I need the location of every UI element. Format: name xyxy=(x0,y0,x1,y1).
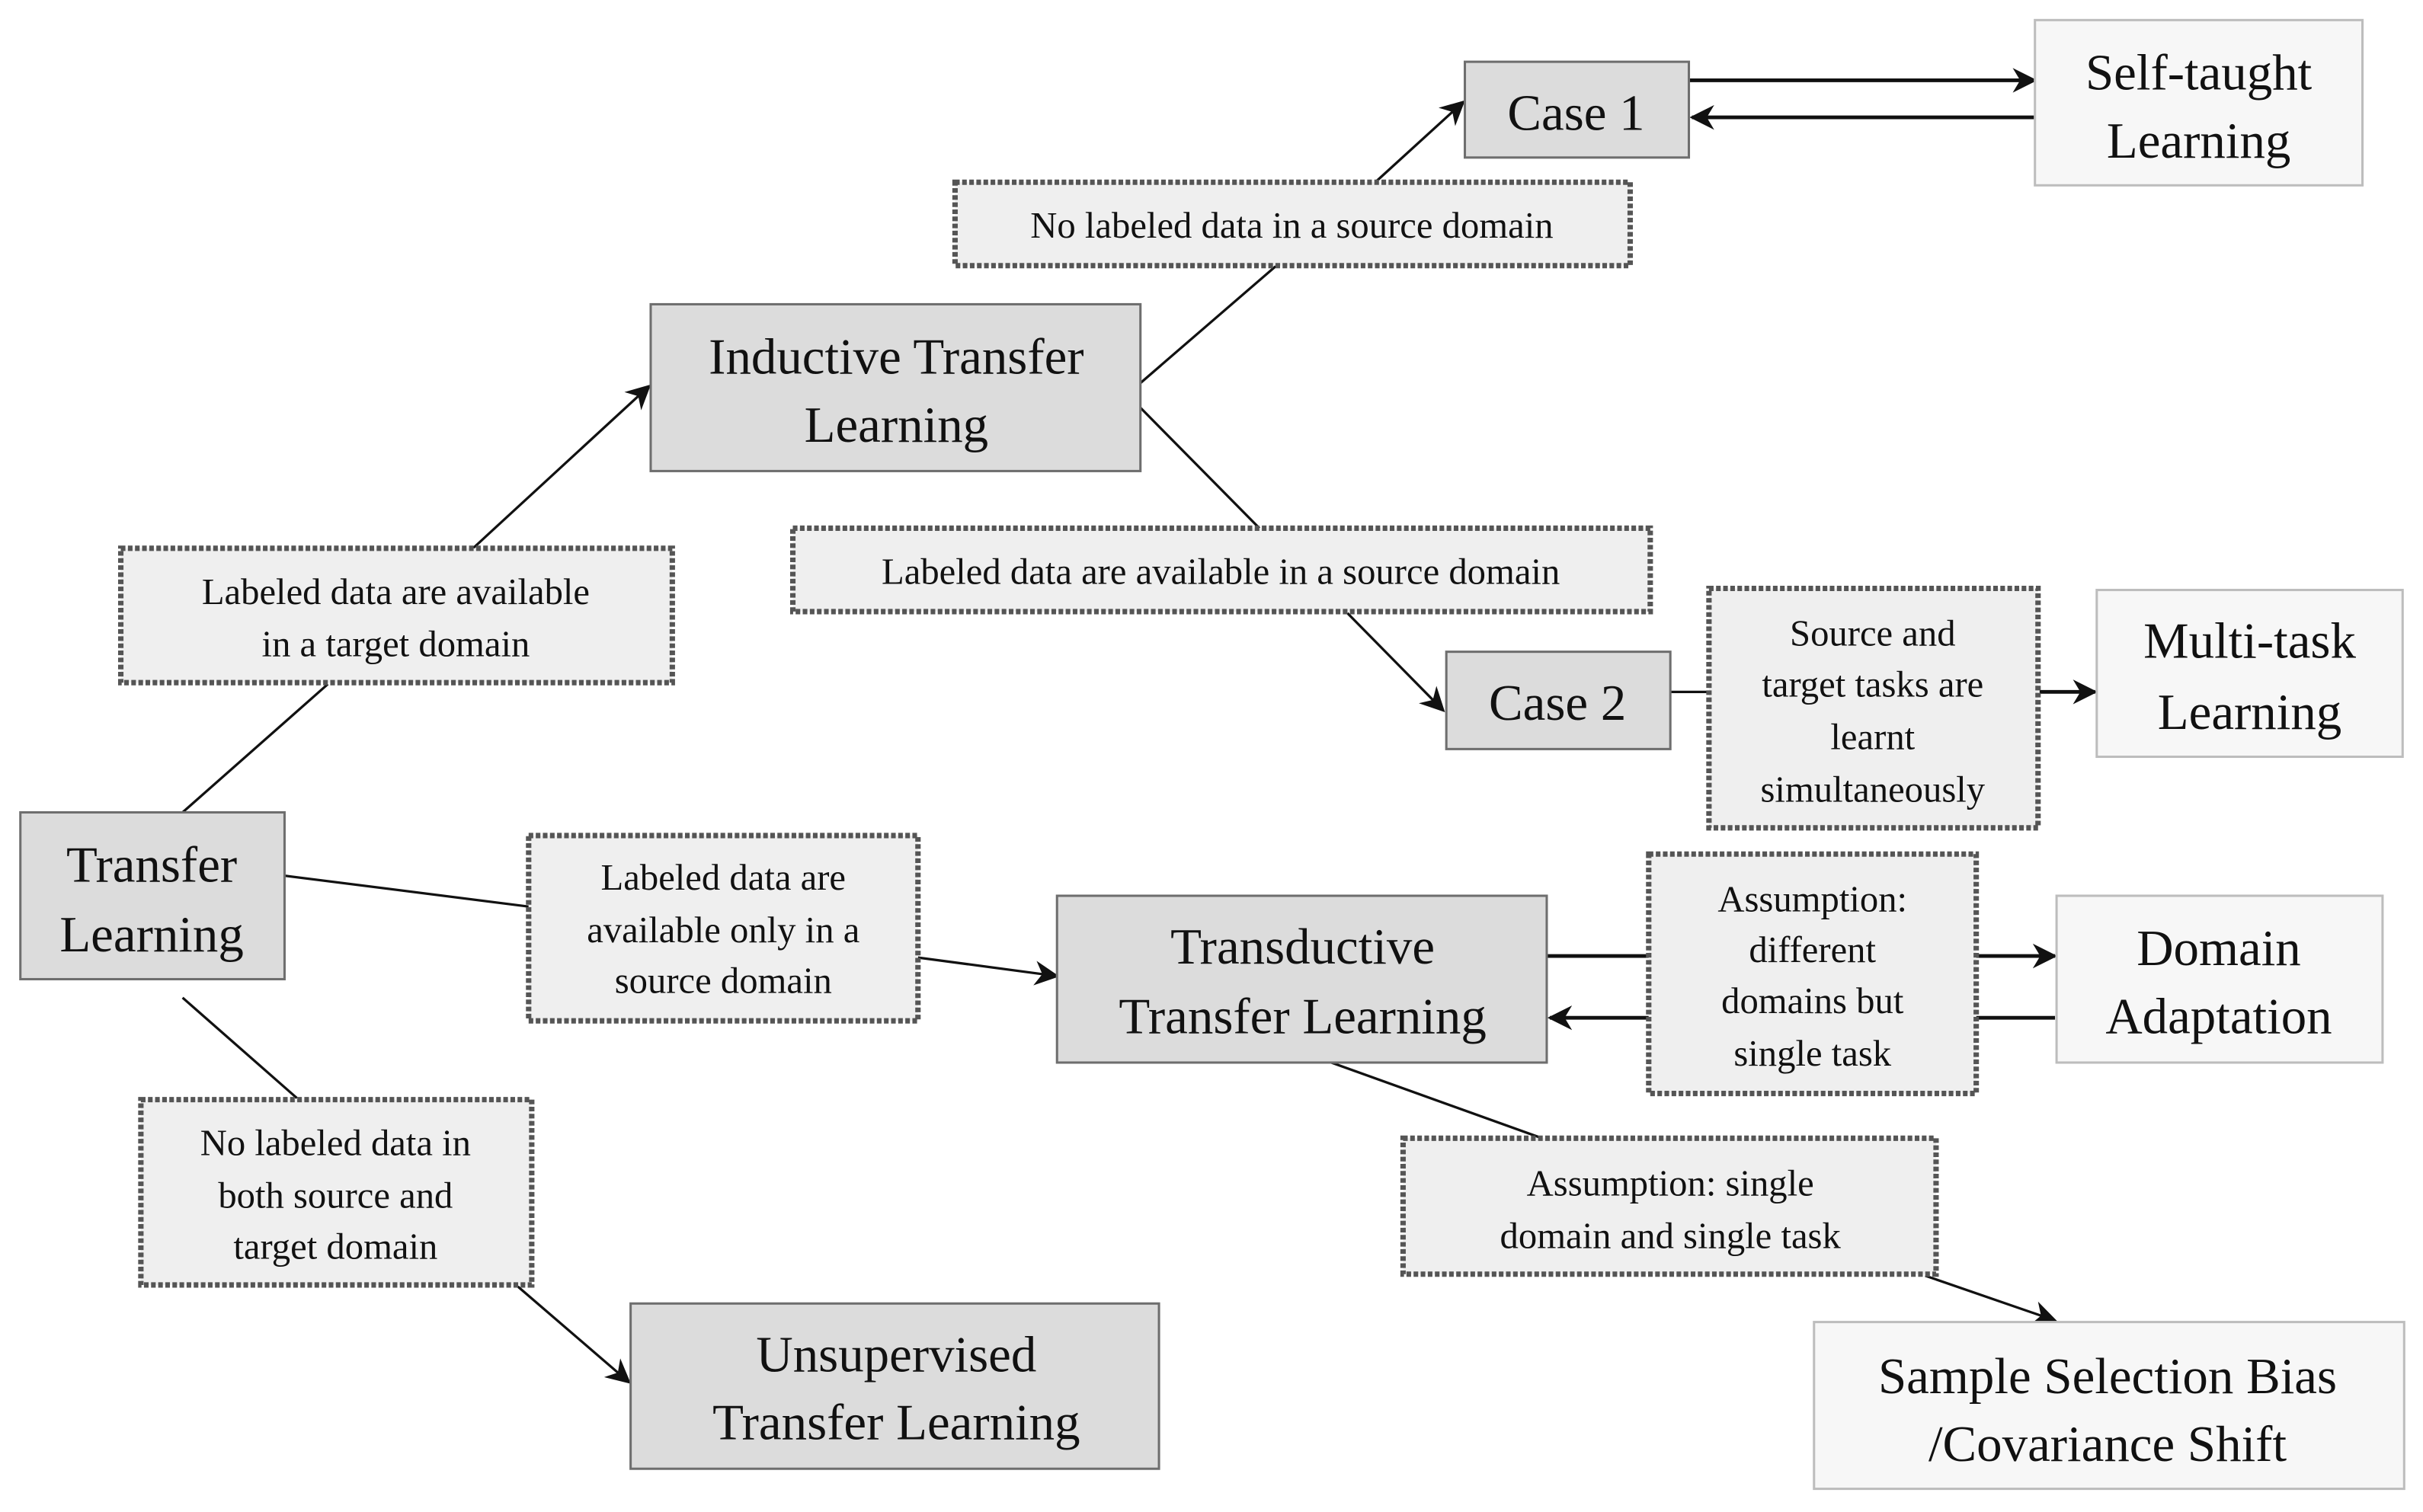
node-self-taught-learning[interactable]: Self-taught Learning xyxy=(2034,18,2364,187)
condition-text-line: No labeled data in xyxy=(200,1123,471,1164)
edge-labeled-source-only-to-transductive xyxy=(917,956,1060,986)
node-label-line: Multi-task xyxy=(2143,613,2356,670)
condition-text-line: in a target domain xyxy=(262,624,530,665)
edge-no-labeled-both-to-unsupervised xyxy=(517,1285,632,1384)
condition-text-line: domain and single task xyxy=(1500,1215,1842,1256)
node-unsupervised-transfer-learning[interactable]: Unsupervised Transfer Learning xyxy=(629,1302,1160,1470)
condition-text-line: source domain xyxy=(615,961,832,1002)
condition-labeled-target: Labeled data are available in a target d… xyxy=(117,545,675,686)
edge-labeled-source-to-case2 xyxy=(1346,612,1445,712)
condition-text-line: Assumption: xyxy=(1717,878,1907,919)
node-transfer-learning[interactable]: Transfer Learning xyxy=(19,810,286,981)
node-label-line: /Covariance Shift xyxy=(1928,1416,2287,1472)
condition-text-line: target tasks are xyxy=(1762,663,1983,705)
condition-labeled-source: Labeled data are available in a source d… xyxy=(789,525,1653,615)
node-sample-selection-bias[interactable]: Sample Selection Bias /Covariance Shift xyxy=(1813,1321,2405,1491)
node-label-line: Adaptation xyxy=(2105,988,2332,1044)
condition-no-labeled-both: No labeled data in both source and targe… xyxy=(138,1097,535,1288)
node-label-line: Domain xyxy=(2137,920,2301,977)
condition-text-line: No labeled data in a source domain xyxy=(1030,205,1553,246)
node-multi-task-learning[interactable]: Multi-task Learning xyxy=(2095,589,2404,759)
condition-no-labeled-source: No labeled data in a source domain xyxy=(952,179,1634,269)
edge-tl-to-no-labeled-both xyxy=(181,996,298,1099)
node-label-line: Learning xyxy=(2158,684,2341,740)
node-label-line: Sample Selection Bias xyxy=(1878,1348,2337,1405)
node-label-line: Learning xyxy=(805,397,988,453)
condition-text-line: single task xyxy=(1733,1033,1891,1074)
node-case-1[interactable]: Case 1 xyxy=(1464,60,1691,159)
node-label-line: Transfer xyxy=(66,837,237,893)
node-label-line: Case 2 xyxy=(1489,675,1626,731)
edge-inductive-to-no-labeled-source xyxy=(1139,264,1278,385)
condition-text-line: Assumption: single xyxy=(1527,1162,1814,1204)
condition-text-line: Source and xyxy=(1790,613,1956,654)
condition-single-domain: Assumption: single domain and single tas… xyxy=(1400,1135,1939,1277)
edge-labeled-target-to-inductive xyxy=(472,384,651,549)
condition-text-line: available only in a xyxy=(587,909,859,951)
condition-text-line: target domain xyxy=(233,1226,437,1267)
edge-single-domain-to-sample-selection xyxy=(1925,1274,2058,1325)
node-case-2[interactable]: Case 2 xyxy=(1445,651,1672,750)
edge-no-labeled-source-to-case1 xyxy=(1374,100,1465,184)
node-label-line: Transfer Learning xyxy=(712,1395,1080,1451)
node-label-line: Transfer Learning xyxy=(1119,988,1486,1044)
condition-text-line: learnt xyxy=(1830,716,1915,757)
node-domain-adaptation[interactable]: Domain Adaptation xyxy=(2055,894,2384,1064)
condition-text-line: Labeled data are available xyxy=(202,571,590,612)
node-transductive-transfer-learning[interactable]: Transductive Transfer Learning xyxy=(1055,894,1548,1064)
condition-labeled-source-only: Labeled data are available only in a sou… xyxy=(526,833,921,1024)
condition-simultaneous: Source and target tasks are learnt simul… xyxy=(1706,585,2041,831)
edge-inductive-to-labeled-source xyxy=(1139,407,1261,529)
node-label-line: Learning xyxy=(2107,113,2291,169)
edge-transductive-to-single-domain xyxy=(1322,1058,1543,1140)
edge-tl-to-labeled-target xyxy=(181,683,329,814)
node-label-line: Unsupervised xyxy=(756,1326,1036,1383)
condition-text-line: different xyxy=(1749,929,1876,970)
condition-text-line: Labeled data are available in a source d… xyxy=(882,551,1560,592)
condition-text-line: domains but xyxy=(1721,980,1904,1021)
edge-tl-to-labeled-source-only xyxy=(284,874,530,908)
condition-text-line: simultaneously xyxy=(1760,769,1985,810)
node-label-line: Learning xyxy=(59,906,244,963)
node-label-line: Case 1 xyxy=(1507,85,1644,141)
condition-text-line: both source and xyxy=(218,1175,453,1216)
node-inductive-transfer-learning[interactable]: Inductive Transfer Learning xyxy=(649,302,1142,472)
node-label-line: Self-taught xyxy=(2085,45,2313,101)
node-label-line: Inductive Transfer xyxy=(709,329,1083,385)
condition-text-line: Labeled data are xyxy=(601,857,846,898)
transfer-learning-diagram: Transfer Learning Inductive Transfer Lea… xyxy=(19,18,2405,1491)
node-label-line: Transductive xyxy=(1170,919,1435,975)
condition-different-domains: Assumption: different domains but single… xyxy=(1646,851,1980,1097)
